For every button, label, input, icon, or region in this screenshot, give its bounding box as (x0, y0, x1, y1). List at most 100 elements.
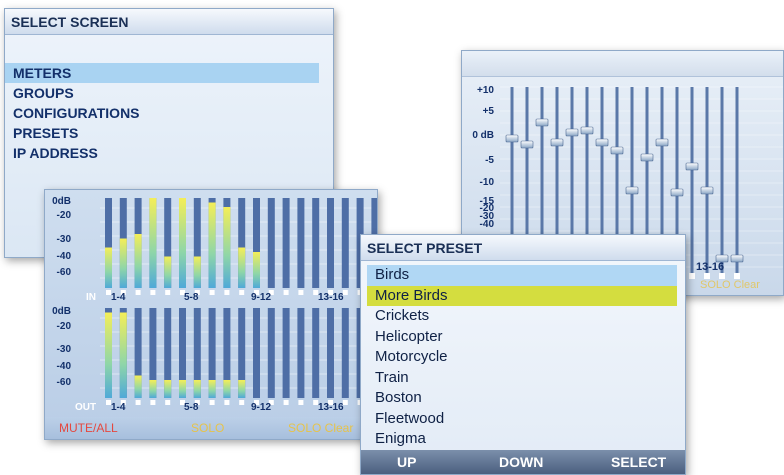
eq-fader-knob (700, 186, 714, 195)
preset-item-birds[interactable]: Birds (367, 265, 677, 286)
meter-channel-marker (209, 400, 215, 405)
eq-group-label: 13-16 (696, 261, 725, 273)
eq-fader-knob (550, 138, 564, 147)
menu-item-presets[interactable]: PRESETS (5, 123, 319, 143)
menu-item-groups[interactable]: GROUPS (5, 83, 319, 103)
solo-button[interactable]: SOLO (191, 421, 224, 435)
meter-in-scale-minus60: -60 (56, 267, 71, 278)
meter-out-scale-minus20: -20 (56, 321, 71, 332)
meter-in-scale-minus20: -20 (56, 210, 71, 221)
meter-bar-track (267, 198, 275, 288)
meter-bar-level (164, 380, 172, 398)
meter-bar-level (193, 380, 201, 398)
eq-fader-knob (565, 128, 579, 137)
meter-channel-marker (224, 290, 230, 295)
meter-in-scale-minus30: -30 (56, 234, 71, 245)
meter-bar-level (149, 198, 157, 288)
meter-channel-marker (239, 400, 245, 405)
meter-channel-marker (150, 400, 156, 405)
eq-fader-knob (520, 140, 534, 149)
meter-bar-level (238, 247, 246, 288)
preset-item-train[interactable]: Train (367, 368, 677, 389)
meter-out-label: OUT (75, 402, 97, 413)
meter-bar-level (208, 380, 216, 398)
eq-channel-marker (689, 273, 695, 279)
eq-fader-knob (670, 188, 684, 197)
preset-item-enigma[interactable]: Enigma (367, 429, 677, 450)
eq-fader-track (690, 87, 694, 277)
preset-item-boston[interactable]: Boston (367, 388, 677, 409)
meter-in-group-1-4: 1-4 (111, 292, 126, 303)
meters-area (100, 198, 377, 405)
meter-bar-level (134, 375, 142, 398)
preset-item-more-birds[interactable]: More Birds (367, 285, 677, 306)
eq-fader-knob (640, 153, 654, 162)
solo-clear-button[interactable]: SOLO Clear (288, 421, 353, 435)
eq-fader-track (720, 87, 724, 277)
meter-channel-marker (224, 400, 230, 405)
mute-all-button[interactable]: MUTE/ALL (59, 421, 118, 435)
eq-fader-knob (625, 186, 639, 195)
meter-out-group-1-4: 1-4 (111, 402, 126, 413)
meter-channel-marker (283, 400, 289, 405)
meter-channel-marker (165, 400, 171, 405)
select-button[interactable]: SELECT (611, 454, 666, 470)
meter-channel-marker (150, 290, 156, 295)
meter-in-label: IN (86, 292, 96, 303)
meter-out-scale-minus30: -30 (56, 344, 71, 355)
meter-bar-level (253, 252, 260, 288)
meter-out-group-5-8: 5-8 (184, 402, 199, 413)
preset-footer: UP DOWN SELECT (361, 450, 685, 474)
meter-bar-level (223, 207, 231, 288)
preset-item-motorcycle[interactable]: Motorcycle (367, 347, 677, 368)
meter-out-scale-minus60: -60 (56, 377, 71, 388)
meter-bar-level (119, 312, 127, 398)
meter-in-scale-minus40: -40 (56, 251, 71, 262)
meter-bar-track (297, 198, 305, 288)
meter-out-scale-0db: 0dB (52, 306, 71, 317)
meter-bar-track (282, 308, 290, 398)
meter-out-group-13-16: 13-16 (318, 402, 344, 413)
eq-fader-knob (535, 118, 549, 127)
down-button[interactable]: DOWN (499, 454, 543, 470)
preset-item-crickets[interactable]: Crickets (367, 306, 677, 327)
menu-item-configurations[interactable]: CONFIGURATIONS (5, 103, 319, 123)
meter-bar-level (105, 247, 112, 288)
select-preset-title: SELECT PRESET (361, 235, 685, 261)
eq-fader-knob (595, 138, 609, 147)
meter-bar-level (179, 198, 186, 288)
meter-bar-level (105, 312, 112, 398)
meter-bar-track (267, 308, 275, 398)
meter-out-scale-minus40: -40 (56, 361, 71, 372)
meter-bar-track (253, 308, 260, 398)
eq-footer-solo-clear[interactable]: SOLO Clear (700, 279, 760, 291)
eq-scale-plus5: +5 (482, 106, 494, 117)
eq-scale-minus10: -10 (479, 177, 494, 188)
meter-channel-marker (239, 290, 245, 295)
eq-fader-knob (655, 138, 669, 147)
eq-scale-0db: 0 dB (472, 130, 494, 141)
meter-bar-track (327, 198, 334, 288)
select-preset-panel: SELECT PRESET Birds More Birds Crickets … (360, 234, 686, 475)
preset-item-helicopter[interactable]: Helicopter (367, 327, 677, 348)
eq-fader-knob (685, 162, 699, 171)
eq-fader-knob (610, 146, 624, 155)
meter-bar-level (179, 380, 186, 398)
menu-item-ip-address[interactable]: IP ADDRESS (5, 143, 319, 163)
preset-item-fleetwood[interactable]: Fleetwood (367, 409, 677, 430)
eq-fader-track (735, 87, 739, 277)
meter-bar-level (134, 234, 142, 288)
meter-bar-track (341, 308, 349, 398)
meter-bar-level (193, 256, 201, 288)
meter-channel-marker (209, 290, 215, 295)
meter-out-group-9-12: 9-12 (251, 402, 272, 413)
meters-footer: MUTE/ALL SOLO SOLO Clear (45, 417, 377, 439)
meter-bar-track (327, 308, 334, 398)
eq-top-strip (462, 51, 783, 77)
meter-bar-level (164, 256, 172, 288)
up-button[interactable]: UP (397, 454, 416, 470)
menu-item-meters[interactable]: METERS (5, 63, 319, 83)
meter-bar-level (223, 380, 231, 398)
meter-bar-track (312, 198, 320, 288)
eq-fader-knob (730, 254, 744, 263)
